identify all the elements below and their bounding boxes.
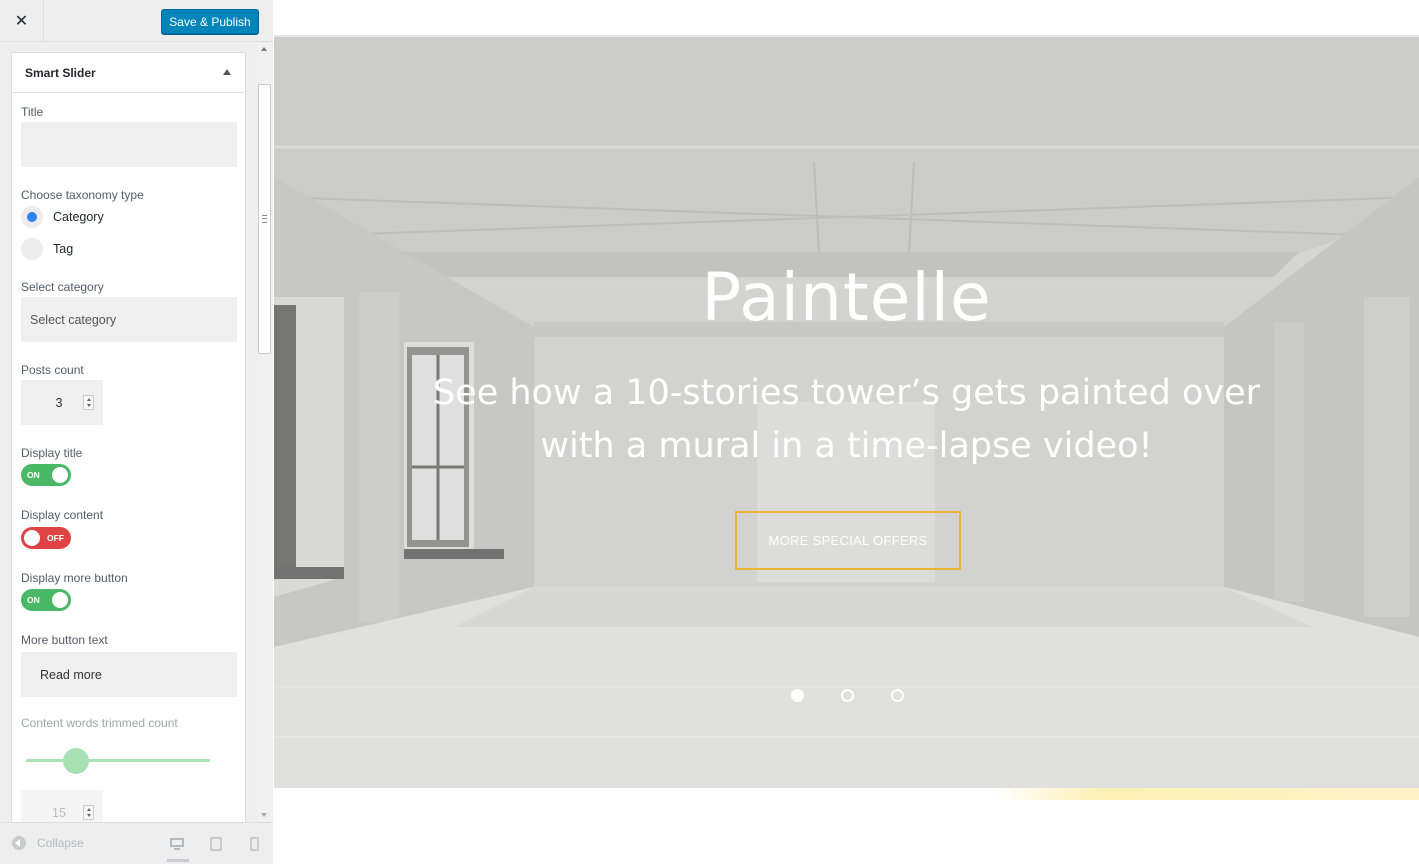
posts-count-spinner[interactable]	[83, 395, 94, 410]
scrollbar-thumb[interactable]	[258, 84, 271, 354]
trim-count-value: 15	[52, 805, 66, 820]
display-more-state: ON	[27, 595, 40, 605]
display-title-label: Display title	[21, 446, 83, 460]
display-more-label: Display more button	[21, 571, 128, 585]
preview-header	[274, 0, 1419, 37]
radio-button-tag[interactable]	[21, 238, 43, 260]
customizer-footer: Collapse	[0, 822, 273, 864]
section-header[interactable]: Smart Slider	[12, 53, 245, 93]
slider-dot-1[interactable]	[791, 689, 804, 702]
trim-count-spinner[interactable]	[83, 805, 94, 820]
customizer-sidebar: ✕ Save & Publish Smart Slider Title Choo…	[0, 0, 273, 864]
trim-count-slider-track[interactable]	[26, 759, 210, 762]
radio-option-category[interactable]: Category	[21, 205, 104, 229]
close-icon: ✕	[14, 11, 29, 30]
grip-icon	[262, 215, 267, 223]
posts-count-input[interactable]: 3	[21, 380, 103, 425]
scroll-up-arrow-icon[interactable]	[261, 47, 267, 51]
trim-count-label: Content words trimmed count	[21, 716, 178, 730]
mobile-icon	[250, 837, 259, 851]
tablet-preview-button[interactable]	[206, 833, 228, 859]
toggle-knob	[24, 530, 40, 546]
slider-dot-2[interactable]	[841, 689, 854, 702]
hero-slide: Paintelle See how a 10-stories tower’s g…	[274, 37, 1419, 788]
close-button[interactable]: ✕	[0, 0, 44, 41]
smart-slider-section: Smart Slider Title Choose taxonomy type …	[11, 52, 246, 822]
posts-count-value: 3	[55, 395, 63, 410]
save-publish-button[interactable]: Save & Publish	[161, 9, 259, 34]
mobile-preview-button[interactable]	[244, 833, 266, 859]
customizer-header: ✕ Save & Publish	[0, 0, 273, 42]
toggle-knob	[52, 467, 68, 483]
display-more-toggle[interactable]: ON	[21, 589, 71, 611]
category-select-value: Select category	[30, 312, 117, 327]
radio-label-tag: Tag	[53, 242, 74, 256]
display-title-state: ON	[27, 470, 40, 480]
desktop-preview-button[interactable]	[167, 833, 189, 862]
display-content-toggle[interactable]: OFF	[21, 527, 71, 549]
slide-text: See how a 10-stories tower’s gets painte…	[432, 373, 1261, 466]
desktop-icon	[170, 838, 184, 847]
collapse-arrow-icon[interactable]	[223, 69, 231, 75]
taxonomy-label: Choose taxonomy type	[21, 188, 144, 202]
slider-dot-3[interactable]	[891, 689, 904, 702]
section-title: Smart Slider	[25, 65, 96, 80]
content-below-slider	[274, 788, 1419, 864]
radio-option-tag[interactable]: Tag	[21, 237, 73, 261]
title-input[interactable]	[21, 122, 237, 167]
sidebar-scroll-area[interactable]: Smart Slider Title Choose taxonomy type …	[0, 42, 257, 822]
posts-count-label: Posts count	[21, 363, 84, 377]
collapse-arrow-icon	[12, 836, 26, 850]
collapse-label: Collapse	[37, 836, 84, 850]
accent-band	[994, 788, 1419, 800]
radio-button-category[interactable]	[21, 206, 43, 228]
slide-title: Paintelle	[701, 259, 992, 336]
sidebar-scrollbar[interactable]	[257, 42, 273, 822]
more-text-value: Read more	[40, 667, 102, 682]
trim-count-slider-handle[interactable]	[62, 748, 89, 774]
toggle-knob	[52, 592, 68, 608]
more-text-label: More button text	[21, 633, 108, 647]
scroll-down-arrow-icon[interactable]	[261, 813, 267, 817]
display-content-state: OFF	[47, 533, 64, 543]
site-preview: Paintelle See how a 10-stories tower’s g…	[274, 0, 1419, 864]
display-title-toggle[interactable]: ON	[21, 464, 71, 486]
title-label: Title	[21, 105, 44, 119]
category-label: Select category	[21, 280, 104, 294]
collapse-sidebar-button[interactable]: Collapse	[12, 836, 84, 850]
display-content-label: Display content	[21, 508, 104, 522]
radio-label-category: Category	[53, 210, 104, 224]
trim-count-input[interactable]: 15	[21, 790, 103, 822]
more-text-input[interactable]: Read more	[21, 652, 237, 697]
category-select[interactable]: Select category	[21, 297, 237, 342]
more-special-offers-button[interactable]: MORE SPECIAL OFFERS	[735, 511, 961, 570]
tablet-icon	[210, 837, 222, 851]
